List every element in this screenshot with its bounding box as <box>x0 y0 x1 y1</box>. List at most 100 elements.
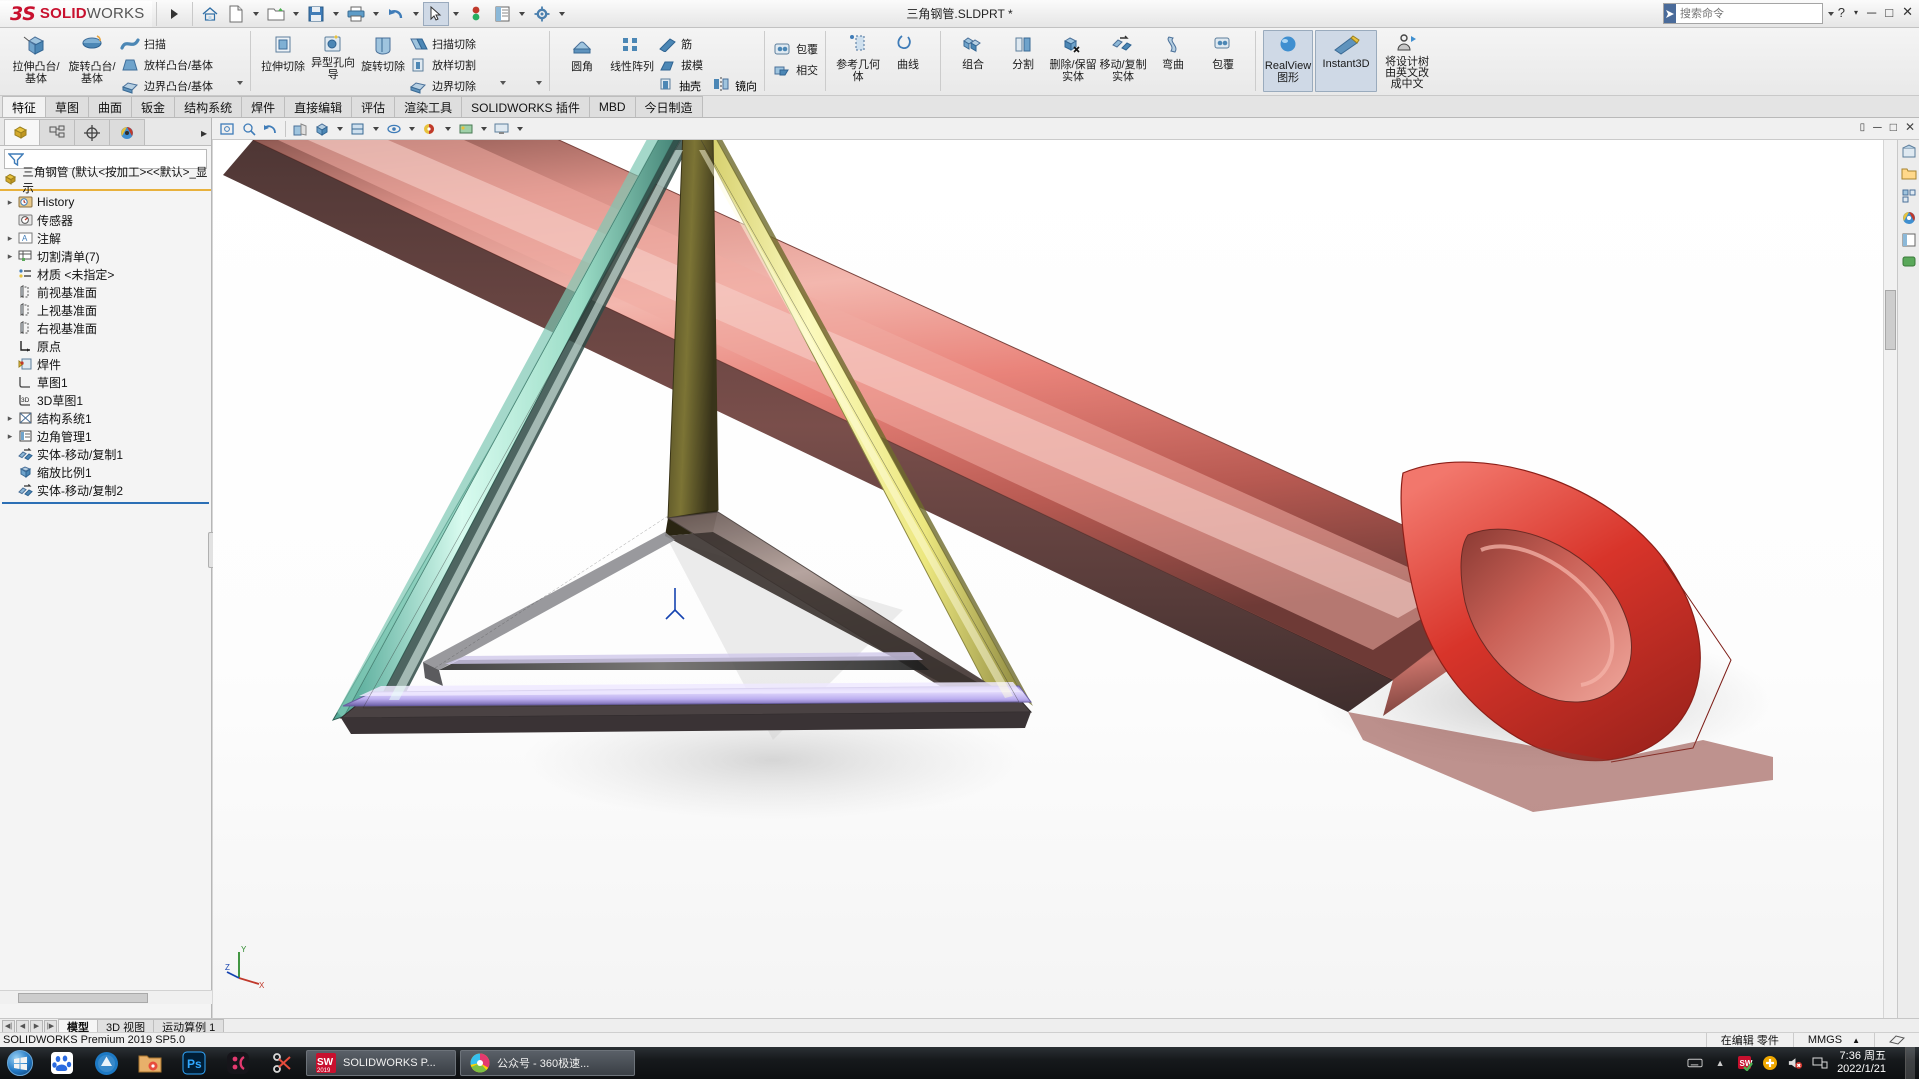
expand-arrow-icon[interactable]: ▸ <box>4 233 16 244</box>
extrude-boss-button[interactable]: 拉伸凸台/基体 <box>8 30 64 85</box>
draft-button[interactable]: 拔模 <box>657 54 757 75</box>
boundary-cut-button[interactable]: 边界切除 <box>408 75 476 96</box>
rib-button[interactable]: 筋 <box>657 33 757 54</box>
move-copy-body-button[interactable]: 移动/复制实体 <box>1098 30 1148 83</box>
maximize-doc-button[interactable]: □ <box>1890 120 1897 134</box>
property-manager-tab[interactable] <box>39 119 75 145</box>
last-tab-button[interactable]: |▶ <box>44 1019 57 1033</box>
help-chevron-icon[interactable]: ▾ <box>1854 8 1858 17</box>
tab-weldments[interactable]: 焊件 <box>241 96 286 117</box>
taskbar-window-browser[interactable]: 公众号 - 360极速... <box>460 1050 635 1076</box>
display-manager-tab[interactable] <box>109 119 145 145</box>
rebuild-icon[interactable] <box>463 2 489 26</box>
swept-cut-button[interactable]: 扫描切除 <box>408 33 476 54</box>
zoom-to-fit-icon[interactable] <box>216 119 238 139</box>
tree-node-front-plane[interactable]: 前视基准面 <box>0 283 211 301</box>
tree-node-origin[interactable]: 原点 <box>0 337 211 355</box>
start-orb-icon[interactable] <box>0 1048 40 1078</box>
volume-muted-icon[interactable] <box>1787 1055 1803 1071</box>
tab-direct-editing[interactable]: 直接编辑 <box>284 96 353 117</box>
feature-tree-horizontal-scrollbar[interactable] <box>0 990 212 1004</box>
wrap-button[interactable]: 包覆 <box>772 38 818 59</box>
new-document-icon[interactable] <box>223 2 249 26</box>
tree-rollback-bar[interactable] <box>2 502 209 504</box>
expand-arrow-icon[interactable]: ▸ <box>4 413 16 424</box>
restore-doc-button[interactable]: ▯ <box>1860 122 1866 133</box>
intersect-button[interactable]: 相交 <box>772 59 818 80</box>
extruded-cut-button[interactable]: 拉伸切除 <box>258 30 308 73</box>
minimize-button[interactable]: ─ <box>1867 5 1876 20</box>
design-library-icon[interactable] <box>1898 142 1919 162</box>
loft-button[interactable]: 放样凸台/基体 <box>120 54 213 75</box>
shell-label[interactable]: 抽壳 <box>679 78 701 94</box>
search-icon[interactable] <box>1664 4 1676 23</box>
tree-node-corner-management1[interactable]: ▸ 边角管理1 <box>0 427 211 445</box>
tray-expand-icon[interactable]: ▲ <box>1712 1055 1728 1071</box>
display-style-icon[interactable] <box>347 119 369 139</box>
chevron-down-icon[interactable] <box>337 126 343 131</box>
chevron-down-icon[interactable] <box>409 126 415 131</box>
show-desktop-button[interactable] <box>1905 1047 1915 1079</box>
taskbar-app-obs[interactable] <box>216 1048 260 1078</box>
status-units[interactable]: MMGS ▲ <box>1792 1032 1874 1048</box>
tree-node-right-plane[interactable]: 右视基准面 <box>0 319 211 337</box>
tab-features[interactable]: 特征 <box>2 96 47 117</box>
tree-node-3dsketch1[interactable]: 3D 3D草图1 <box>0 391 211 409</box>
taskbar-clock[interactable]: 7:36 周五 2022/1/21 <box>1837 1050 1896 1076</box>
chevron-down-icon[interactable] <box>500 80 507 85</box>
tree-node-move-copy-1[interactable]: 实体-移动/复制1 <box>0 445 211 463</box>
keyboard-icon[interactable] <box>1687 1055 1703 1071</box>
view-settings-icon[interactable] <box>491 119 513 139</box>
file-explorer-icon[interactable] <box>1898 164 1919 184</box>
tree-node-material[interactable]: 材质 <未指定> <box>0 265 211 283</box>
revolved-cut-button[interactable]: 旋转切除 <box>358 30 408 73</box>
tree-node-sensors[interactable]: 传感器 <box>0 211 211 229</box>
network-icon[interactable] <box>1812 1055 1828 1071</box>
revolve-boss-button[interactable]: 旋转凸台/基体 <box>64 30 120 85</box>
search-input[interactable] <box>1676 6 1824 21</box>
model-view[interactable] <box>213 140 1919 1018</box>
solidworks-forum-icon[interactable] <box>1898 252 1919 272</box>
chevron-down-icon[interactable] <box>536 80 543 85</box>
print-icon[interactable] <box>343 2 369 26</box>
linear-pattern-button[interactable]: 线性阵列 <box>607 30 657 73</box>
menu-expand-icon[interactable] <box>171 8 179 19</box>
chevron-down-icon[interactable] <box>333 11 340 16</box>
tab-sketch[interactable]: 草图 <box>45 96 90 117</box>
select-cursor-icon[interactable] <box>423 1 450 26</box>
wrap-body-button[interactable]: 包覆 <box>1198 30 1248 71</box>
maximize-button[interactable]: □ <box>1885 5 1893 20</box>
view-palette-icon[interactable] <box>1898 186 1919 206</box>
tree-node-weldment[interactable]: 焊件 <box>0 355 211 373</box>
tab-sheetmetal[interactable]: 钣金 <box>131 96 176 117</box>
configuration-manager-tab[interactable] <box>74 119 110 145</box>
fillet-button[interactable]: 圆角 <box>557 30 607 73</box>
tree-node-sketch1[interactable]: 草图1 <box>0 373 211 391</box>
tree-node-annotations[interactable]: ▸ A 注解 <box>0 229 211 247</box>
flex-button[interactable]: 弯曲 <box>1148 30 1198 71</box>
tree-node-structure-system1[interactable]: ▸ 结构系统1 <box>0 409 211 427</box>
expand-arrow-icon[interactable]: ▸ <box>4 197 16 208</box>
chevron-down-icon[interactable] <box>453 11 460 16</box>
tree-node-scale1[interactable]: 缩放比例1 <box>0 463 211 481</box>
chevron-down-icon[interactable] <box>559 11 566 16</box>
tab-structure-system[interactable]: 结构系统 <box>174 96 243 117</box>
expand-arrow-icon[interactable]: ▸ <box>4 431 16 442</box>
tree-node-top-plane[interactable]: 上视基准面 <box>0 301 211 319</box>
status-overlay-icon[interactable] <box>1874 1032 1919 1048</box>
first-tab-button[interactable]: ◀| <box>2 1019 15 1033</box>
tab-solidworks-addins[interactable]: SOLIDWORKS 插件 <box>461 96 590 117</box>
chevron-down-icon[interactable] <box>413 11 420 16</box>
units-caret-icon[interactable]: ▲ <box>1852 1036 1860 1045</box>
taskbar-app-photoshop[interactable]: Ps <box>172 1048 216 1078</box>
help-icon[interactable]: ? <box>1838 5 1845 20</box>
options-gear-icon[interactable] <box>529 2 555 26</box>
hole-wizard-button[interactable]: 异型孔向导 <box>308 30 358 81</box>
previous-view-icon[interactable] <box>260 119 282 139</box>
feature-manager-tab[interactable] <box>4 119 40 145</box>
combine-button[interactable]: 组合 <box>948 30 998 71</box>
tab-manufacture-today[interactable]: 今日制造 <box>634 96 703 117</box>
open-folder-icon[interactable] <box>263 2 289 26</box>
minimize-doc-button[interactable]: ─ <box>1873 120 1882 134</box>
chevron-down-icon[interactable] <box>445 126 451 131</box>
